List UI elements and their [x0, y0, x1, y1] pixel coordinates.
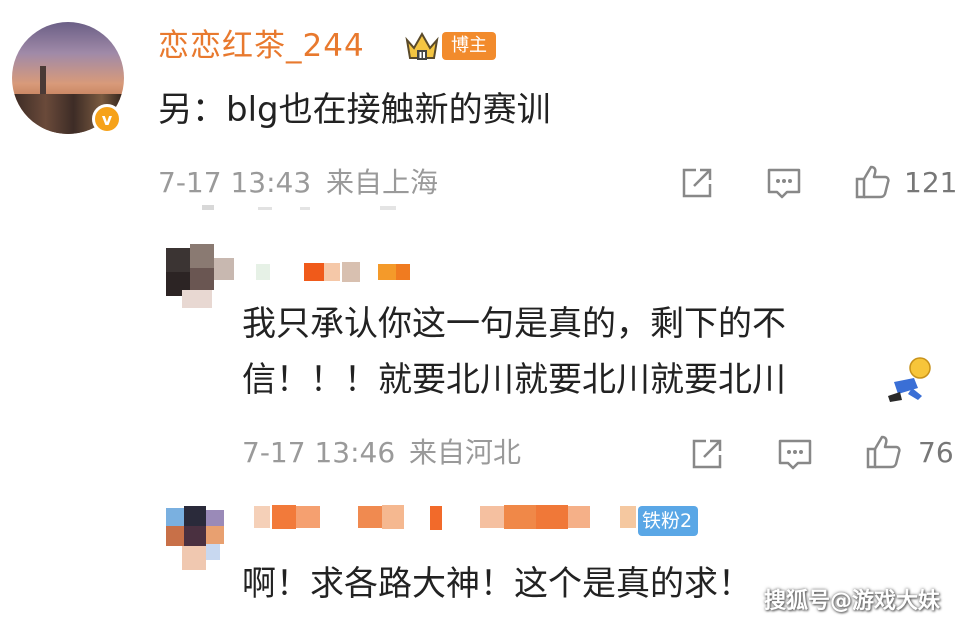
comment-icon[interactable]: [765, 164, 803, 202]
reply1-comment-icon[interactable]: [776, 435, 814, 473]
main-like-count: 121: [904, 166, 958, 199]
reply2-text: 啊！求各路大神！这个是真的求！: [242, 564, 752, 604]
reply1-timestamp: 7-17 13:46: [242, 436, 396, 469]
crown-icon: [405, 31, 439, 60]
main-comment-text: 另：blg也在接触新的赛训: [158, 90, 551, 130]
reply1-like-icon[interactable]: [864, 433, 902, 471]
reply1-text-line1: 我只承认你这一句是真的，剩下的不: [242, 304, 786, 344]
watermark: 搜狐号@游戏大妹: [763, 589, 940, 614]
kneel-emoji: [888, 357, 931, 402]
reply1-like-count: 76: [918, 436, 954, 469]
main-location: 来自上海: [326, 166, 439, 199]
blogger-badge: 博主: [442, 32, 496, 60]
share-icon[interactable]: [678, 164, 716, 202]
reply1-share-icon[interactable]: [688, 435, 726, 473]
like-icon[interactable]: [853, 163, 891, 201]
reply1-location: 来自河北: [409, 436, 522, 469]
main-username[interactable]: 恋恋红茶_244: [158, 26, 365, 66]
fan-badge-label: 铁粉2: [642, 510, 693, 532]
reply1-text-line2: 信！！！就要北川就要北川就要北川: [242, 360, 786, 400]
fan-badge: 铁粉2: [638, 506, 699, 536]
verified-v-icon: v: [92, 104, 122, 134]
main-timestamp: 7-17 13:43: [158, 166, 312, 199]
